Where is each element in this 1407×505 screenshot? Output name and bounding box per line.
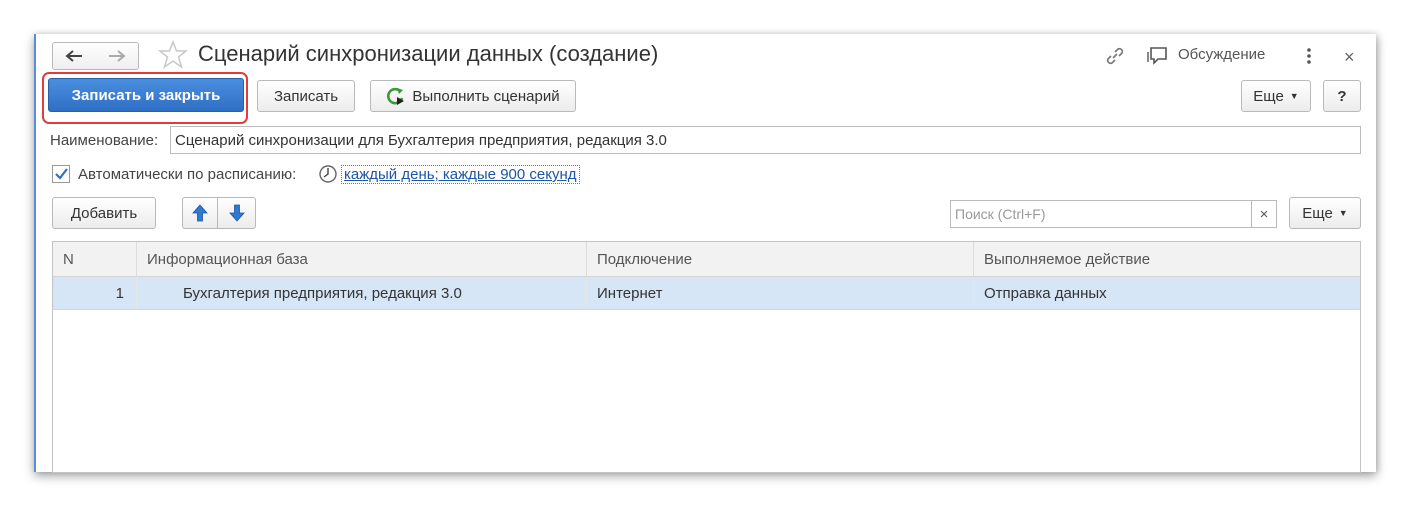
add-button[interactable]: Добавить xyxy=(52,197,156,229)
row-connection: Интернет xyxy=(587,277,974,309)
run-scenario-icon xyxy=(387,87,405,105)
page-title: Сценарий синхронизации данных (создание) xyxy=(198,41,659,66)
more-menu-button[interactable]: Еще ▼ xyxy=(1241,80,1311,112)
column-header-action[interactable]: Выполняемое действие xyxy=(974,242,1360,276)
arrow-down-icon xyxy=(228,204,245,222)
run-scenario-button[interactable]: Выполнить сценарий xyxy=(370,80,576,112)
column-header-n[interactable]: N xyxy=(53,242,137,276)
save-button[interactable]: Записать xyxy=(257,80,355,112)
row-number: 1 xyxy=(53,277,137,309)
arrow-left-icon xyxy=(65,50,82,62)
clear-search-button[interactable]: × xyxy=(1251,200,1277,228)
move-up-button[interactable] xyxy=(182,197,218,229)
schedule-link-text[interactable]: каждый день; каждые 900 секунд xyxy=(341,165,580,184)
move-down-button[interactable] xyxy=(218,197,256,229)
name-field[interactable]: Сценарий синхронизации для Бухгалтерия п… xyxy=(170,126,1361,154)
link-button[interactable] xyxy=(1104,45,1126,71)
checkmark-icon xyxy=(55,168,68,180)
search-input[interactable]: Поиск (Ctrl+F) xyxy=(950,200,1252,228)
more-label: Еще xyxy=(1253,87,1284,105)
column-header-connection[interactable]: Подключение xyxy=(587,242,974,276)
auto-schedule-checkbox[interactable] xyxy=(52,165,70,183)
close-icon[interactable]: × xyxy=(1344,47,1355,68)
discussion-label[interactable]: Обсуждение xyxy=(1178,46,1265,63)
star-icon xyxy=(157,39,189,69)
name-label: Наименование: xyxy=(50,132,159,149)
column-header-base[interactable]: Информационная база xyxy=(137,242,587,276)
arrow-right-icon xyxy=(108,50,126,62)
table-row[interactable]: 1 Бухгалтерия предприятия, редакция 3.0 … xyxy=(53,277,1360,310)
auto-schedule-label: Автоматически по расписанию: xyxy=(78,166,297,183)
table-more-label: Еще xyxy=(1302,204,1333,222)
save-and-close-button[interactable]: Записать и закрыть xyxy=(48,78,244,112)
arrow-up-icon xyxy=(192,204,208,222)
chevron-down-icon: ▼ xyxy=(1289,91,1299,101)
schedule-link[interactable]: каждый день; каждые 900 секунд xyxy=(341,165,580,184)
link-icon xyxy=(1106,47,1124,65)
chevron-down-icon: ▼ xyxy=(1338,208,1348,218)
favorite-button[interactable] xyxy=(157,39,189,74)
row-action: Отправка данных xyxy=(984,284,1107,302)
row-base: Бухгалтерия предприятия, редакция 3.0 xyxy=(137,277,587,309)
table-more-button[interactable]: Еще ▼ xyxy=(1289,197,1361,229)
table-header: N Информационная база Подключение Выполн… xyxy=(53,242,1360,277)
more-vert-icon[interactable] xyxy=(1304,46,1314,66)
clock-icon xyxy=(318,164,338,188)
form-window: Сценарий синхронизации данных (создание)… xyxy=(34,34,1376,473)
data-table[interactable]: N Информационная база Подключение Выполн… xyxy=(52,241,1361,473)
forward-button[interactable] xyxy=(95,42,139,70)
run-scenario-label: Выполнить сценарий xyxy=(412,87,560,105)
back-button[interactable] xyxy=(52,42,96,70)
discussion-button[interactable] xyxy=(1146,45,1168,71)
help-button[interactable]: ? xyxy=(1323,80,1361,112)
discussion-icon xyxy=(1147,47,1167,65)
